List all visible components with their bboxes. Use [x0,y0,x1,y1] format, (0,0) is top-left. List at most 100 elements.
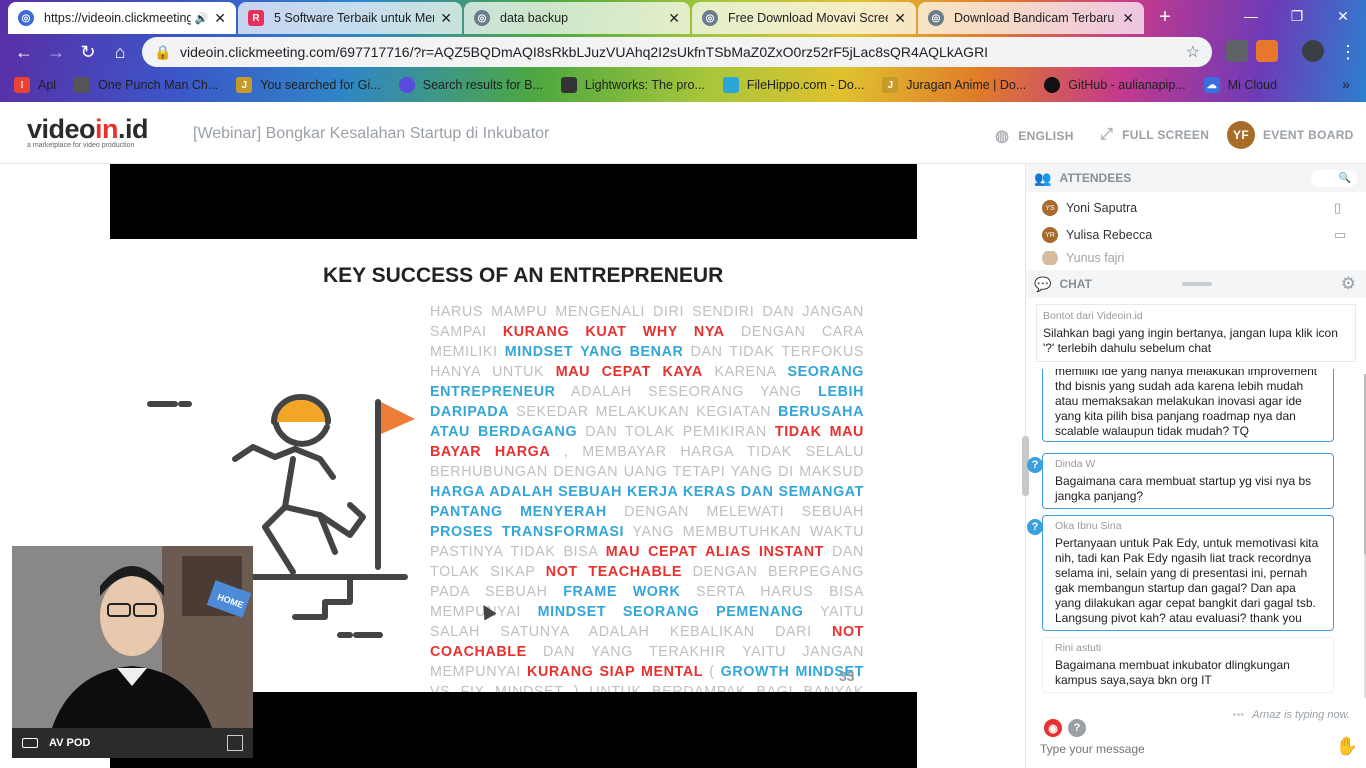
fullscreen-button[interactable]: ⤢ FULL SCREEN [1100,126,1209,144]
new-tab-icon[interactable]: + [1154,6,1176,28]
attendee-search-icon[interactable]: 🔍 [1311,170,1357,187]
bookmark-item[interactable]: Lightworks: The pro... [560,77,705,93]
question-toggle-icon[interactable]: ? [1068,719,1086,737]
bookmark-label: Search results for B... [422,78,543,92]
slide-text-segment: KURANG SIAP MENTAL [527,664,704,680]
bookmark-item[interactable]: J Juragan Anime | Do... [882,77,1026,93]
bookmark-label: Mi Cloud [1227,78,1278,92]
tab-software[interactable]: R 5 Software Terbaik untuk Mer ✕ [238,2,462,34]
raise-hand-icon[interactable]: ✋ [1336,736,1358,757]
chat-message-input[interactable] [1040,738,1330,760]
avatar [1042,251,1058,265]
slide-text-segment: MINDSET YANG BENAR [504,344,684,360]
tab-data-backup[interactable]: ◎ data backup ✕ [464,2,690,34]
bookmark-item[interactable]: FileHippo.com - Do... [722,77,865,93]
message-author: Rini astuti [1055,642,1102,654]
slide-text-segment: karena [702,364,788,380]
videoin-logo[interactable]: videoin.id a marketplace for video produ… [27,114,149,149]
profile-avatar-icon[interactable] [1302,40,1324,62]
message-text: Bagaimana cara membuat startup yg visi n… [1055,474,1312,503]
attendee-name: Yoni Saputra [1066,201,1138,215]
presenter-name: AV POD [49,737,91,749]
slide-text-segment: sekedar melakukan kegiatan [509,404,779,420]
reload-icon[interactable]: ↻ [76,40,100,64]
cloud-icon: ☁ [1203,77,1220,93]
r-logo-icon: R [248,10,264,26]
speaker-icon[interactable]: 🔊 [195,12,209,25]
restore-icon[interactable]: ❐ [1274,0,1320,32]
back-icon[interactable]: ← [12,40,36,64]
bookmark-apps[interactable]: ⁝ Apl [14,77,56,93]
avatar: YR [1042,227,1058,243]
chat-drag-handle[interactable] [1182,282,1212,286]
bookmark-label: Juragan Anime | Do... [906,78,1027,92]
slide-text-segment: dengan melewati sebuah [606,504,864,520]
tab-bandicam[interactable]: ◎ Download Bandicam Terbaru ✕ [918,2,1144,34]
url-text[interactable]: videoin.clickmeeting.com/697717716/?r=AQ… [180,44,1186,60]
attendee-row[interactable]: YR Yulisa Rebecca ▭ [1042,224,1346,246]
close-tab-icon[interactable]: ✕ [894,10,906,27]
attendees-header[interactable]: 👥 ATTENDEES 🔍 [1026,164,1366,192]
chat-message-list[interactable]: memiliki ide yang hanya melakukan improv… [1026,369,1366,699]
home-icon[interactable]: ⌂ [108,40,132,64]
menu-kebab-icon[interactable]: ⋮ [1336,40,1360,64]
presentation-stage: KEY SUCCESS OF AN ENTREPRENEUR Harus mam… [0,164,1025,768]
slide-title: KEY SUCCESS OF AN ENTREPRENEUR [323,264,724,287]
extension-shield-icon[interactable] [1226,40,1248,62]
minimize-icon[interactable]: — [1228,0,1274,32]
language-button[interactable]: ◍ ENGLISH [995,126,1074,146]
forward-icon[interactable]: → [44,40,68,64]
attendee-row[interactable]: YS Yoni Saputra ▯ [1042,197,1341,219]
avatar: YS [1042,200,1058,216]
event-board-label: EVENT BOARD [1263,128,1354,142]
address-bar[interactable]: 🔒 videoin.clickmeeting.com/697717716/?r=… [142,37,1212,67]
presenter-video[interactable]: HOME AV POD [12,546,253,758]
logo-text: .id [118,114,149,144]
mobile-device-icon: ▯ [1334,200,1342,215]
site-icon [722,77,739,93]
close-tab-icon[interactable]: ✕ [440,10,452,27]
attendee-row[interactable]: Yunus fajri [1042,251,1124,265]
event-board-button[interactable]: YF EVENT BOARD [1227,121,1354,149]
bookmark-label: FileHippo.com - Do... [746,78,865,92]
tab-title: Free Download Movavi Screen [728,11,889,25]
tab-movavi[interactable]: ◎ Free Download Movavi Screen ✕ [692,2,916,34]
close-window-icon[interactable]: ✕ [1320,0,1366,32]
message-text: memiliki ide yang hanya melakukan improv… [1055,369,1318,438]
bookmark-item[interactable]: One Punch Man Ch... [74,77,218,93]
bookmark-item[interactable]: ☁ Mi Cloud [1203,77,1278,93]
typing-dots-icon: ••• [1232,709,1245,721]
bookmark-item[interactable]: J You searched for Gi... [236,77,381,93]
emoji-chat-icon[interactable]: ◉ [1044,719,1062,737]
attendees-title: ATTENDEES [1059,171,1132,185]
fullscreen-icon: ⤢ [1100,126,1114,143]
slide-text-segment: dan tolak pemikiran [577,424,775,440]
tab-strip: ◎ https://videoin.clickmeeting 🔊 ✕ R 5 S… [0,0,1366,34]
close-tab-icon[interactable]: ✕ [1122,10,1134,27]
slide-text-segment: FRAME WORK [563,584,681,600]
extension-key-icon[interactable] [1256,40,1278,62]
expand-video-icon[interactable] [227,735,243,751]
slide-text-segment: ( [703,664,721,680]
chevron-more-icon[interactable]: » [1342,76,1350,92]
message-text: Bagaimana membuat inkubator dlingkungan … [1055,658,1290,687]
apps-grid-icon: ⁝ [14,77,30,93]
gear-icon[interactable]: ⚙ [1341,274,1356,294]
right-sidebar: 👥 ATTENDEES 🔍 YS Yoni Saputra ▯ YR Yulisa… [1022,164,1366,768]
bookmark-item[interactable]: GitHub - aulianapip... [1044,77,1186,93]
site-icon: J [236,77,253,93]
bookmark-star-icon[interactable]: ☆ [1186,42,1200,62]
bookmark-item[interactable]: Search results for B... [398,77,543,93]
close-tab-icon[interactable]: ✕ [214,10,226,27]
typing-indicator: ••• Arnaz is typing now. [1233,709,1350,721]
globe-icon: ◍ [995,128,1010,145]
tab-videoin[interactable]: ◎ https://videoin.clickmeeting 🔊 ✕ [8,2,236,34]
close-tab-icon[interactable]: ✕ [668,10,680,27]
logo-text-accent: in [95,114,119,144]
globe-icon: ◎ [18,10,34,26]
attendee-name: Yunus fajri [1066,251,1125,265]
chat-icon: 💬 [1034,275,1052,292]
bookmark-label: You searched for Gi... [260,78,381,92]
fullscreen-label: FULL SCREEN [1122,128,1210,142]
message-text: Silahkan bagi yang ingin bertanya, janga… [1043,326,1338,355]
